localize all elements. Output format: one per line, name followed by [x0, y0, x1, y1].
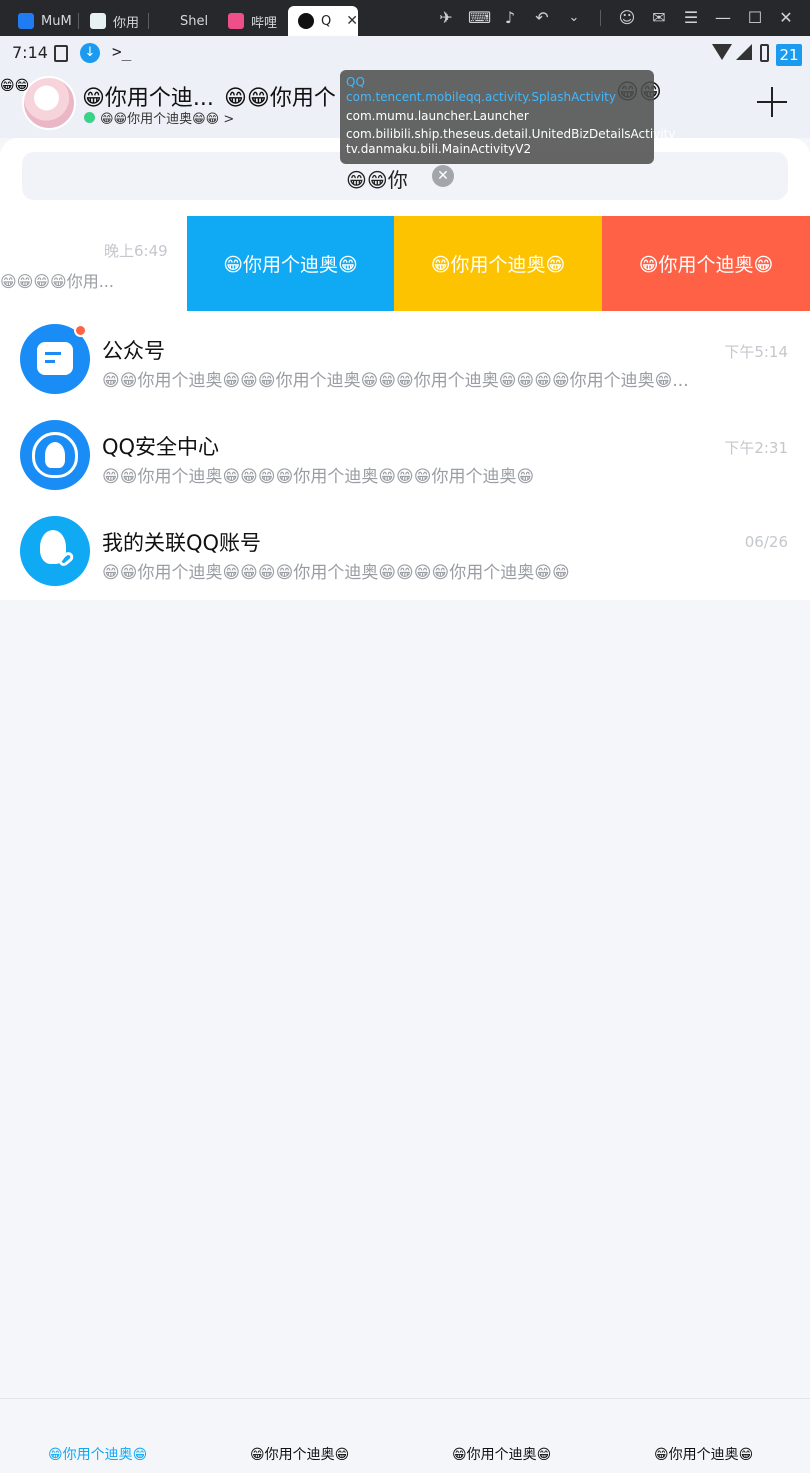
tab-divider — [148, 13, 149, 29]
penguin-silhouette-icon — [45, 442, 65, 468]
tab-qq[interactable]: Q ✕ — [288, 6, 358, 36]
tab-app[interactable]: 你用 — [80, 6, 146, 36]
swipe-action-button[interactable]: 😁你用个迪奥😁 — [187, 216, 394, 311]
conversation-name: QQ安全中心 — [102, 435, 220, 459]
tooltip-line: com.tencent.mobileqq.activity.SplashActi… — [346, 90, 616, 104]
tab-label: Q — [321, 13, 332, 29]
battery-icon — [760, 44, 769, 62]
conversation-preview: 😁😁😁😁你用... — [0, 272, 114, 291]
header-emojis: 😁😁 — [0, 78, 30, 94]
mumu-icon — [18, 13, 34, 29]
conversation-preview: 😁😁你用个迪奥😁😁😁😁你用个迪奥😁😁😁你用个迪奥😁 — [102, 467, 535, 487]
conversation-time: 06/26 — [744, 533, 788, 551]
conversation-time: 晚上6:49 — [104, 242, 168, 260]
tab-mumu[interactable]: MuM — [8, 6, 76, 36]
swipe-action-button[interactable]: 😁你用个迪奥😁 — [394, 216, 602, 311]
volume-icon[interactable]: ♪ — [500, 8, 520, 28]
search-query[interactable]: 😁😁你 — [346, 164, 408, 193]
profile-name-overflow: 😁😁你用个 — [224, 86, 336, 111]
tab-label: 哔哩 — [251, 15, 278, 31]
add-plus-button[interactable] — [754, 84, 790, 120]
tab-explore[interactable]: 😁你用个迪奥😁 — [452, 1444, 551, 1464]
back-icon[interactable]: ↶ — [532, 8, 552, 28]
keyboard-icon[interactable]: ⌨ — [468, 8, 491, 28]
conversation-name: 公众号 — [102, 339, 165, 363]
battery-level: 21 — [776, 44, 802, 66]
clear-search-icon[interactable]: ✕ — [432, 165, 454, 187]
tab-label: MuM — [41, 13, 72, 29]
minimize-icon[interactable]: — — [713, 8, 733, 28]
emulator-title-bar: MuM 你用 Shel 哔哩 Q ✕ ✈ ⌨ ♪ ↶ ⌄ ☺ ✉ ☰ — ☐ ✕ — [0, 0, 810, 36]
status-label: 😁😁你用个迪奥😁😁 — [100, 112, 220, 127]
close-tab-icon[interactable]: ✕ — [346, 13, 358, 29]
chevron-right-icon: > — [223, 112, 235, 127]
menu-icon[interactable]: ☰ — [681, 8, 701, 28]
tab-me[interactable]: 😁你用个迪奥😁 — [654, 1444, 753, 1464]
online-status-text[interactable]: 😁😁你用个迪奥😁😁 > — [100, 108, 234, 127]
linked-account-avatar — [20, 516, 90, 586]
official-accounts-icon-line — [45, 360, 55, 363]
online-status-dot — [84, 112, 95, 123]
download-icon: ↓ — [80, 43, 100, 63]
official-accounts-icon-line — [45, 352, 61, 355]
official-accounts-icon — [37, 342, 73, 375]
toolbar-divider — [600, 10, 601, 26]
pin-icon[interactable]: ✈ — [436, 8, 456, 28]
close-icon[interactable]: ✕ — [776, 8, 796, 28]
qq-penguin-icon — [298, 13, 314, 29]
conversation-time: 下午5:14 — [724, 343, 788, 361]
tab-shell[interactable]: Shel — [160, 6, 220, 36]
tab-bilibili[interactable]: 哔哩 — [218, 6, 284, 36]
activity-tooltip: QQ com.tencent.mobileqq.activity.SplashA… — [340, 70, 675, 164]
tab-messages[interactable]: 😁你用个迪奥😁 — [48, 1444, 147, 1464]
sim-icon — [54, 45, 68, 62]
mail-icon[interactable]: ✉ — [649, 8, 669, 28]
qq-security-avatar — [20, 420, 90, 490]
tooltip-line: com.mumu.launcher.Launcher — [346, 109, 529, 123]
conversation-name: 我的关联QQ账号 — [102, 531, 262, 555]
profile-avatar[interactable] — [22, 76, 76, 130]
conversation-row[interactable]: 我的关联QQ账号 06/26 😁😁你用个迪奥😁😁😁😁你用个迪奥😁😁😁😁你用个迪奥… — [0, 503, 810, 599]
unread-dot — [74, 324, 87, 337]
conversation-time: 下午2:31 — [724, 439, 788, 457]
status-time: 7:14 — [12, 43, 48, 62]
wifi-icon — [712, 44, 732, 60]
dropdown-icon[interactable]: ⌄ — [564, 8, 584, 28]
tab-contacts[interactable]: 😁你用个迪奥😁 — [250, 1444, 349, 1464]
account-icon[interactable]: ☺ — [617, 8, 637, 28]
maximize-icon[interactable]: ☐ — [745, 8, 765, 28]
terminal-icon: >_ — [112, 42, 132, 61]
tab-label: 你用 — [113, 15, 140, 31]
conversation-row[interactable]: 公众号 下午5:14 😁😁你用个迪奥😁😁😁你用个迪奥😁😁😁你用个迪奥😁😁😁😁你用… — [0, 311, 810, 407]
app-icon — [90, 13, 106, 29]
tab-divider — [78, 13, 79, 29]
conversation-preview: 😁😁你用个迪奥😁😁😁你用个迪奥😁😁😁你用个迪奥😁😁😁😁你用个迪奥😁... — [102, 371, 689, 391]
android-status-bar: 7:14 ↓ >_ 21 — [0, 36, 810, 70]
tab-label: Shel — [180, 13, 209, 29]
conversation-row[interactable]: QQ安全中心 下午2:31 😁😁你用个迪奥😁😁😁😁你用个迪奥😁😁😁你用个迪奥😁 — [0, 407, 810, 503]
conversation-preview: 😁😁你用个迪奥😁😁😁😁你用个迪奥😁😁😁😁你用个迪奥😁😁 — [102, 563, 570, 583]
bilibili-icon — [228, 13, 244, 29]
signal-icon — [736, 44, 752, 60]
swipe-action-button[interactable]: 😁你用个迪奥😁 — [602, 216, 810, 311]
